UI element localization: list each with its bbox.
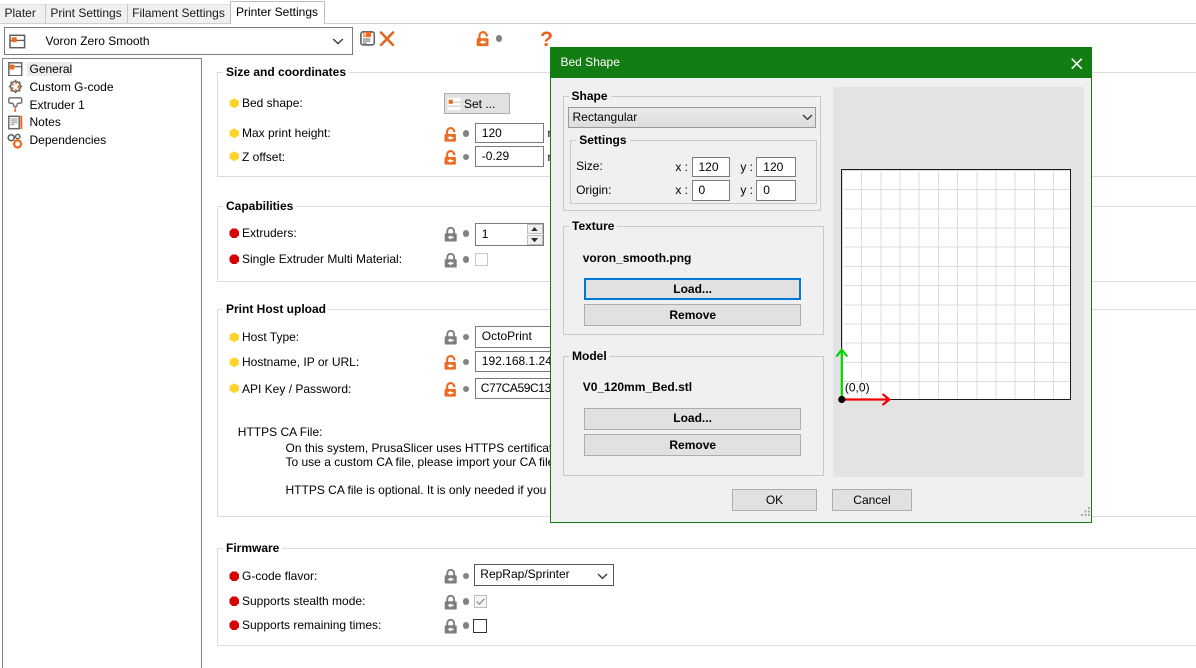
svg-text:(0,0): (0,0) (844, 381, 869, 395)
